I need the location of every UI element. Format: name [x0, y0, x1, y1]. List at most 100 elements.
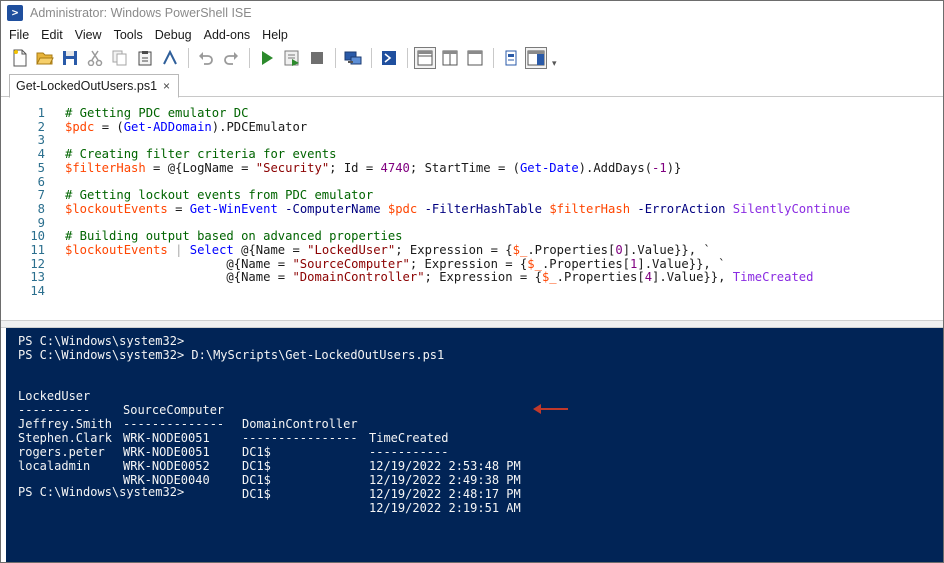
code-line[interactable]: 12 @{Name = "SourceComputer"; Expression… [1, 257, 943, 271]
show-command-addon-button[interactable] [525, 47, 547, 69]
code-token-arg: TimeCreated [732, 270, 814, 285]
code-line[interactable]: 10 # Building output based on advanced pr… [1, 229, 943, 243]
undo-button[interactable] [195, 47, 217, 69]
undo-icon [199, 52, 213, 65]
highlight-arrow-icon [533, 404, 568, 414]
line-number: 3 [37, 133, 45, 148]
code-token-plain: ; StartTime = ( [409, 160, 520, 175]
code-line[interactable]: 13 @{Name = "DomainController"; Expressi… [1, 270, 943, 284]
pane-splitter[interactable] [1, 320, 943, 328]
new-document-icon [13, 49, 27, 67]
code-line[interactable]: 6 [1, 175, 943, 189]
cell-domaincontroller: DC1$ [242, 445, 271, 459]
start-powershell-button[interactable] [378, 47, 400, 69]
menu-debug[interactable]: Debug [149, 25, 198, 45]
toolbar: ▾ [1, 45, 943, 71]
code-text: # Getting lockout events from PDC emulat… [65, 188, 373, 202]
code-text: # Getting PDC emulator DC [65, 106, 248, 120]
code-line[interactable]: 14 [1, 284, 943, 298]
menu-bar: File Edit View Tools Debug Add-ons Help [1, 25, 943, 45]
close-tab-icon[interactable]: × [163, 79, 170, 93]
code-line[interactable]: 9 [1, 216, 943, 230]
line-number: 14 [30, 284, 45, 299]
cell-domaincontroller: DC1$ [242, 459, 271, 473]
code-line[interactable]: 3 [1, 133, 943, 147]
code-token-cmd: Get-Date [519, 160, 579, 175]
line-number: 2 [37, 119, 45, 134]
table-row: Jeffrey.Smith WRK-NODE0051 DC1$ 12/19/20… [18, 403, 521, 473]
code-line[interactable]: 8 $lockoutEvents = Get-WinEvent -Computer… [1, 202, 943, 216]
run-selection-button[interactable] [281, 47, 303, 69]
script-editor[interactable]: 1 # Getting PDC emulator DC 2 $pdc = (Get-A… [1, 98, 943, 320]
line-number: 9 [37, 215, 45, 230]
paste-button[interactable] [134, 47, 156, 69]
menu-view[interactable]: View [69, 25, 108, 45]
line-number: 13 [30, 270, 45, 285]
code-token-var: $_ [527, 256, 542, 271]
code-token-num: -1 [652, 160, 667, 175]
code-token-plain: ( [116, 119, 124, 134]
code-token-str: "DomainController" [292, 270, 425, 285]
cut-button[interactable] [84, 47, 106, 69]
code-token-var: $lockoutEvents [65, 243, 168, 257]
tab-get-lockedoutusers[interactable]: Get-LockedOutUsers.ps1 × [9, 74, 179, 98]
show-command-window-button[interactable] [500, 47, 522, 69]
console-pane[interactable]: PS C:\Windows\system32> PS C:\Windows\sy… [6, 328, 943, 562]
column-header-timecreated: TimeCreated [369, 431, 449, 445]
code-token-param: -ErrorAction [630, 201, 726, 216]
run-selection-icon [284, 50, 299, 66]
code-token-op: | [167, 243, 190, 257]
open-button[interactable] [34, 47, 56, 69]
save-button[interactable] [59, 47, 81, 69]
redo-button[interactable] [220, 47, 242, 69]
code-line[interactable]: 2 $pdc = (Get-ADDomain).PDCEmulator [1, 120, 943, 134]
code-line[interactable]: 5 $filterHash = @{LogName = "Security"; I… [1, 161, 943, 175]
powershell-console-icon [382, 51, 396, 65]
show-script-pane-right-button[interactable] [439, 47, 461, 69]
run-script-button[interactable] [256, 47, 278, 69]
code-token-plain: .Properties[ [527, 243, 616, 257]
save-disk-icon [63, 51, 77, 65]
header-underline: -------------- [123, 417, 225, 431]
new-remote-tab-button[interactable] [342, 47, 364, 69]
script-tab-strip: Get-LockedOutUsers.ps1 × [1, 71, 943, 98]
open-folder-icon [36, 52, 54, 65]
cell-sourcecomputer: WRK-NODE0051 [123, 445, 210, 459]
menu-edit[interactable]: Edit [35, 25, 69, 45]
show-script-pane-maximized-button[interactable] [464, 47, 486, 69]
stop-button[interactable] [306, 47, 328, 69]
table-row: localadmin WRK-NODE0040 DC1$ 12/19/2022 … [18, 445, 521, 515]
copy-icon [112, 50, 127, 66]
clear-console-button[interactable] [159, 47, 181, 69]
menu-help[interactable]: Help [256, 25, 294, 45]
cell-domaincontroller: DC1$ [242, 473, 271, 487]
menu-tools[interactable]: Tools [108, 25, 149, 45]
title-bar[interactable]: > Administrator: Windows PowerShell ISE [1, 1, 943, 25]
code-line[interactable]: 7 # Getting lockout events from PDC emula… [1, 188, 943, 202]
code-text: $pdc = (Get-ADDomain).PDCEmulator [65, 120, 307, 134]
copy-button[interactable] [109, 47, 131, 69]
menu-file[interactable]: File [3, 25, 35, 45]
cell-sourcecomputer: WRK-NODE0052 [123, 459, 210, 473]
code-token-plain: ; Expression = { [424, 270, 542, 285]
cell-timecreated: 12/19/2022 2:48:17 PM [369, 487, 521, 501]
line-number: 11 [30, 243, 45, 257]
code-token-cmd: Get-ADDomain [123, 119, 212, 134]
code-token-plain: .Properties[ [556, 270, 645, 285]
line-number: 8 [37, 201, 45, 216]
cell-domaincontroller: DC1$ [242, 487, 271, 501]
code-token-plain: ; Id = [329, 160, 381, 175]
code-token-num: 4740 [380, 160, 410, 175]
console-prompt: PS C:\Windows\system32> [18, 334, 185, 348]
show-script-pane-top-button[interactable] [414, 47, 436, 69]
code-line[interactable]: 1 # Getting PDC emulator DC [1, 106, 943, 120]
new-script-button[interactable] [9, 47, 31, 69]
clipboard-icon [138, 51, 152, 66]
code-token-plain: ; Expression = { [395, 243, 513, 257]
code-token-var: $filterHash [65, 160, 146, 175]
toolbar-overflow-icon[interactable]: ▾ [552, 58, 557, 69]
code-line[interactable]: 4 # Creating filter criteria for events [1, 147, 943, 161]
header-underline: ----------- [369, 445, 449, 459]
menu-add-ons[interactable]: Add-ons [198, 25, 257, 45]
code-line[interactable]: 11 $lockoutEvents | Select @{Name = "Lock… [1, 243, 943, 257]
